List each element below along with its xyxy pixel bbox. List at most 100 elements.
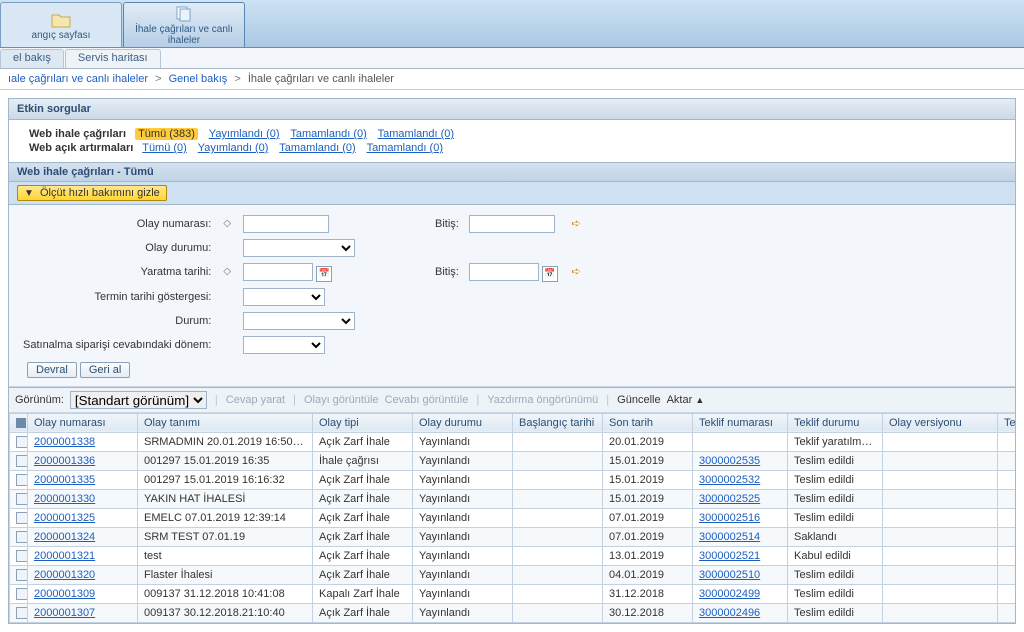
cell-event-number: 2000001324 <box>28 527 138 546</box>
tab-ihale[interactable]: İhale çağrıları ve canlı ihaleler <box>123 2 245 47</box>
event-number-link[interactable]: 2000001335 <box>34 474 95 486</box>
apply-button[interactable]: Devral <box>27 362 77 378</box>
col-bid-version[interactable]: Teklif versiyonu <box>998 413 1016 432</box>
select-all-header[interactable] <box>10 413 28 432</box>
po-response-select[interactable] <box>243 336 325 354</box>
bid-number-link[interactable]: 3000002535 <box>699 455 760 467</box>
export-button[interactable]: Aktar ▲ <box>667 394 705 406</box>
event-number-link[interactable]: 2000001330 <box>34 493 95 505</box>
query-completed2-auc[interactable]: Tamamlandı (0) <box>367 142 443 154</box>
col-event-number[interactable]: Olay numarası <box>28 413 138 432</box>
cell-event-version <box>883 527 998 546</box>
col-event-version[interactable]: Olay versiyonu <box>883 413 998 432</box>
event-status-select[interactable] <box>243 239 355 257</box>
event-number-link[interactable]: 2000001320 <box>34 569 95 581</box>
row-selector[interactable] <box>10 451 28 470</box>
col-bid-number[interactable]: Teklif numarası <box>693 413 788 432</box>
print-preview-button[interactable]: Yazdırma öngörünümü <box>487 394 598 406</box>
section-title: Web ihale çağrıları - Tümü <box>9 162 1015 182</box>
query-completed-rfx[interactable]: Tamamlandı (0) <box>290 128 366 140</box>
row-selector[interactable] <box>10 508 28 527</box>
event-number-link[interactable]: 2000001307 <box>34 607 95 619</box>
crumb-overview[interactable]: Genel bakış <box>169 73 228 85</box>
table-row[interactable]: 2000001309009137 31.12.2018 10:41:08Kapa… <box>10 584 1016 603</box>
refresh-button[interactable]: Güncelle <box>617 394 660 406</box>
results-table: Olay numarası Olay tanımı Olay tipi Olay… <box>9 413 1015 623</box>
creation-date-input[interactable] <box>243 263 313 281</box>
create-response-button[interactable]: Cevap yarat <box>226 394 285 406</box>
query-completed2-rfx[interactable]: Tamamlandı (0) <box>378 128 454 140</box>
bid-number-link[interactable]: 3000002525 <box>699 493 760 505</box>
bid-number-link[interactable]: 3000002496 <box>699 607 760 619</box>
cell-start-date <box>513 489 603 508</box>
table-row[interactable]: 2000001335001297 15.01.2019 16:16:32Açık… <box>10 470 1016 489</box>
col-end-date[interactable]: Son tarih <box>603 413 693 432</box>
view-select[interactable]: [Standart görünüm] <box>70 391 207 409</box>
calendar-icon[interactable]: 📅 <box>542 266 558 282</box>
event-number-input[interactable] <box>243 215 329 233</box>
col-event-status[interactable]: Olay durumu <box>413 413 513 432</box>
view-label: Görünüm: <box>15 394 64 406</box>
status-select[interactable] <box>243 312 355 330</box>
table-row[interactable]: 2000001330YAKIN HAT İHALESİAçık Zarf İha… <box>10 489 1016 508</box>
display-response-button[interactable]: Cevabı görüntüle <box>385 394 469 406</box>
advanced-search-icon[interactable]: ➪ <box>568 264 584 280</box>
table-row[interactable]: 2000001336001297 15.01.2019 16:35İhale ç… <box>10 451 1016 470</box>
table-row[interactable]: 2000001320Flaster İhalesiAçık Zarf İhale… <box>10 565 1016 584</box>
table-row[interactable]: 2000001325EMELC 07.01.2019 12:39:14Açık … <box>10 508 1016 527</box>
event-number-link[interactable]: 2000001321 <box>34 550 95 562</box>
event-number-link[interactable]: 2000001338 <box>34 436 95 448</box>
subtab-overview[interactable]: el bakış <box>0 49 64 68</box>
advanced-search-icon[interactable]: ➪ <box>568 216 584 232</box>
table-row[interactable]: 2000001307009137 30.12.2018.21:10:40Açık… <box>10 603 1016 622</box>
cell-event-number: 2000001330 <box>28 489 138 508</box>
row-selector[interactable] <box>10 432 28 451</box>
cell-bid-version <box>998 565 1016 584</box>
end1-input[interactable] <box>469 215 555 233</box>
tab-homepage[interactable]: angıç sayfası <box>0 2 122 47</box>
row-selector[interactable] <box>10 527 28 546</box>
bid-number-link[interactable]: 3000002521 <box>699 550 760 562</box>
cell-bid-status: Teklif yaratılmadı <box>788 432 883 451</box>
calendar-icon[interactable]: 📅 <box>316 266 332 282</box>
toggle-criteria-button[interactable]: ▼ Ölçüt hızlı bakımını gizle <box>17 185 167 201</box>
query-published-rfx[interactable]: Yayımlandı (0) <box>209 128 280 140</box>
cell-bid-number: 3000002516 <box>693 508 788 527</box>
query-completed-auc[interactable]: Tamamlandı (0) <box>279 142 355 154</box>
event-number-link[interactable]: 2000001336 <box>34 455 95 467</box>
row-selector[interactable] <box>10 489 28 508</box>
cell-event-version <box>883 565 998 584</box>
row-selector[interactable] <box>10 603 28 622</box>
table-header-row: Olay numarası Olay tanımı Olay tipi Olay… <box>10 413 1016 432</box>
deadline-indicator-select[interactable] <box>243 288 325 306</box>
row-selector[interactable] <box>10 565 28 584</box>
bid-number-link[interactable]: 3000002499 <box>699 588 760 600</box>
bid-number-link[interactable]: 3000002514 <box>699 531 760 543</box>
table-row[interactable]: 2000001338SRMADMIN 20.01.2019 16:50:48Aç… <box>10 432 1016 451</box>
query-all-rfx[interactable]: Tümü (383) <box>135 128 198 140</box>
bid-number-link[interactable]: 3000002532 <box>699 474 760 486</box>
end2-input[interactable] <box>469 263 539 281</box>
col-event-desc[interactable]: Olay tanımı <box>138 413 313 432</box>
crumb-root[interactable]: ıale çağrıları ve canlı ihaleler <box>8 73 148 85</box>
row-selector[interactable] <box>10 546 28 565</box>
col-bid-status[interactable]: Teklif durumu <box>788 413 883 432</box>
event-number-link[interactable]: 2000001324 <box>34 531 95 543</box>
cell-end-date: 20.01.2019 <box>603 432 693 451</box>
subtab-service-map[interactable]: Servis haritası <box>65 49 161 68</box>
cell-event-desc: EMELC 07.01.2019 12:39:14 <box>138 508 313 527</box>
table-row[interactable]: 2000001324SRM TEST 07.01.19Açık Zarf İha… <box>10 527 1016 546</box>
cell-bid-status: Teslim edildi <box>788 451 883 470</box>
table-row[interactable]: 2000001321testAçık Zarf İhaleYayınlandı1… <box>10 546 1016 565</box>
row-selector[interactable] <box>10 470 28 489</box>
row-selector[interactable] <box>10 584 28 603</box>
bid-number-link[interactable]: 3000002510 <box>699 569 760 581</box>
reset-button[interactable]: Geri al <box>80 362 130 378</box>
query-all-auc[interactable]: Tümü (0) <box>142 142 187 154</box>
col-start-date[interactable]: Başlangıç tarihi <box>513 413 603 432</box>
query-published-auc[interactable]: Yayımlandı (0) <box>198 142 269 154</box>
display-event-button[interactable]: Olayı görüntüle <box>304 394 379 406</box>
col-event-type[interactable]: Olay tipi <box>313 413 413 432</box>
event-number-link[interactable]: 2000001309 <box>34 588 95 600</box>
label-deadline-indicator: Termin tarihi göstergesi: <box>19 286 215 308</box>
